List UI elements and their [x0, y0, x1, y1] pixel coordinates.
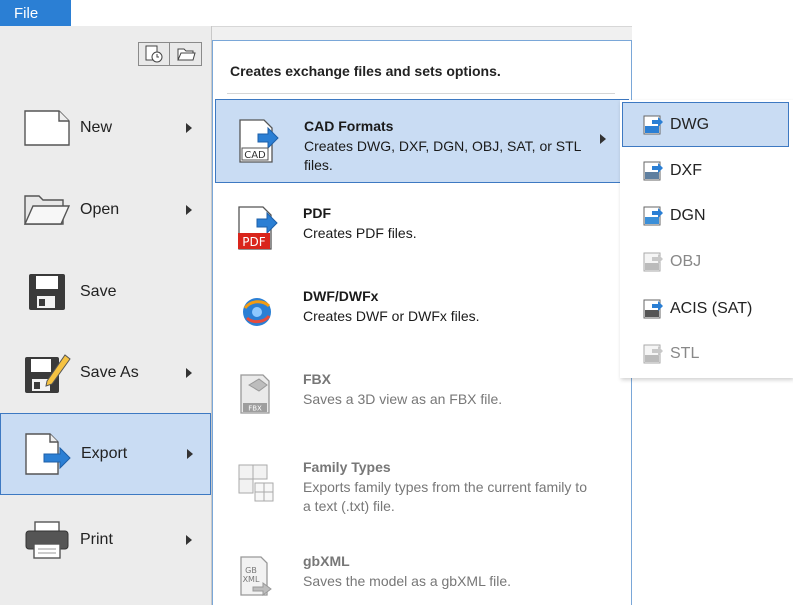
export-item-pdf[interactable]: PDF PDF Creates PDF files. [215, 187, 629, 271]
fbx-icon-label: FBX [248, 405, 262, 413]
cad-format-label: OBJ [670, 252, 702, 270]
open-folder-icon [176, 48, 196, 61]
family-types-icon [235, 457, 279, 507]
export-item-title: DWF/DWFx [303, 288, 379, 304]
obj-file-icon [643, 252, 663, 271]
stl-file-icon [643, 344, 663, 363]
cad-format-label: DXF [670, 161, 702, 179]
export-item-title: Family Types [303, 459, 391, 475]
cad-icon-label: CAD [244, 150, 266, 161]
export-item-desc: Saves a 3D view as an FBX file. [303, 391, 503, 407]
export-item-title: gbXML [303, 553, 350, 569]
cad-format-dwg[interactable]: DWG [622, 102, 789, 147]
export-submenu-divider [227, 93, 615, 94]
cad-formats-submenu: DWG DXF DGN OBJ ACIS (SAT) STL [620, 100, 793, 378]
submenu-arrow-icon [186, 368, 192, 378]
cad-format-label: DGN [670, 206, 706, 224]
cad-format-label: ACIS (SAT) [670, 299, 753, 317]
recent-documents-button[interactable] [138, 42, 170, 66]
printer-icon [22, 518, 72, 562]
export-item-desc: Creates PDF files. [303, 225, 417, 241]
export-item-desc: Creates DWF or DWFx files. [303, 308, 480, 324]
dwf-globe-icon [235, 286, 279, 336]
sat-file-icon [643, 299, 663, 318]
export-item-dwf[interactable]: DWF/DWFx Creates DWF or DWFx files. [215, 270, 629, 354]
dgn-file-icon [643, 206, 663, 225]
cad-format-dxf[interactable]: DXF [622, 148, 789, 193]
svg-text:XML: XML [243, 575, 260, 584]
menu-item-label: Save As [80, 364, 139, 381]
export-submenu: Creates exchange files and sets options.… [212, 40, 632, 605]
cad-format-label: DWG [670, 115, 710, 133]
cad-format-label: STL [670, 344, 700, 362]
submenu-arrow-icon [187, 449, 193, 459]
submenu-arrow-icon [600, 134, 606, 144]
quick-access-icons [138, 42, 202, 66]
menu-item-label: Save [80, 283, 117, 300]
submenu-arrow-icon [186, 123, 192, 133]
open-documents-button[interactable] [170, 42, 202, 66]
file-tab-label: File [14, 4, 39, 22]
file-menu-left-panel: New Open Save Save As Export Print [0, 26, 212, 605]
pdf-icon-label: PDF [242, 235, 265, 249]
menu-item-new[interactable]: New [0, 88, 211, 168]
pdf-file-icon: PDF [235, 203, 279, 253]
export-submenu-header: Creates exchange files and sets options. [230, 63, 501, 79]
save-as-icon [22, 351, 72, 395]
cad-formats-icon: CAD [236, 116, 280, 166]
export-item-family-types[interactable]: Family Types Exports family types from t… [215, 441, 629, 541]
export-item-title: FBX [303, 371, 331, 387]
save-disk-icon [22, 270, 72, 314]
export-item-cad-formats[interactable]: CAD CAD Formats Creates DWG, DXF, DGN, O… [215, 99, 629, 183]
fbx-file-icon: FBX [235, 369, 279, 419]
dwg-file-icon [643, 115, 663, 134]
menu-item-label: Open [80, 201, 120, 218]
export-item-title: CAD Formats [304, 118, 394, 134]
menu-item-print[interactable]: Print [0, 500, 211, 580]
dxf-file-icon [643, 161, 663, 180]
submenu-arrow-icon [186, 535, 192, 545]
export-item-desc: Saves the model as a gbXML file. [303, 573, 512, 589]
menu-item-save[interactable]: Save [0, 252, 211, 332]
submenu-arrow-icon [186, 205, 192, 215]
export-item-desc: Creates DWG, DXF, DGN, OBJ, SAT, or STL … [304, 138, 581, 173]
export-item-desc: Exports family types from the current fa… [303, 479, 587, 514]
cad-format-stl[interactable]: STL [622, 331, 789, 376]
recent-documents-icon [145, 45, 163, 63]
cad-format-obj[interactable]: OBJ [622, 239, 789, 284]
export-icon [23, 432, 73, 476]
cad-format-acis-sat[interactable]: ACIS (SAT) [622, 286, 789, 331]
export-item-gbxml[interactable]: GB XML gbXML Saves the model as a gbXML … [215, 535, 629, 605]
open-folder-icon [22, 188, 72, 232]
svg-text:GB: GB [245, 566, 257, 575]
new-document-icon [22, 106, 72, 150]
menu-item-save-as[interactable]: Save As [0, 333, 211, 413]
cad-format-dgn[interactable]: DGN [622, 193, 789, 238]
menu-item-open[interactable]: Open [0, 170, 211, 250]
file-tab[interactable]: File [0, 0, 71, 26]
menu-item-label: Print [80, 531, 113, 548]
export-item-fbx[interactable]: FBX FBX Saves a 3D view as an FBX file. [215, 353, 629, 437]
export-item-title: PDF [303, 205, 331, 221]
menu-item-label: Export [81, 445, 128, 462]
menu-item-export[interactable]: Export [0, 413, 211, 495]
gbxml-file-icon: GB XML [235, 551, 279, 601]
menu-item-label: New [80, 119, 113, 136]
